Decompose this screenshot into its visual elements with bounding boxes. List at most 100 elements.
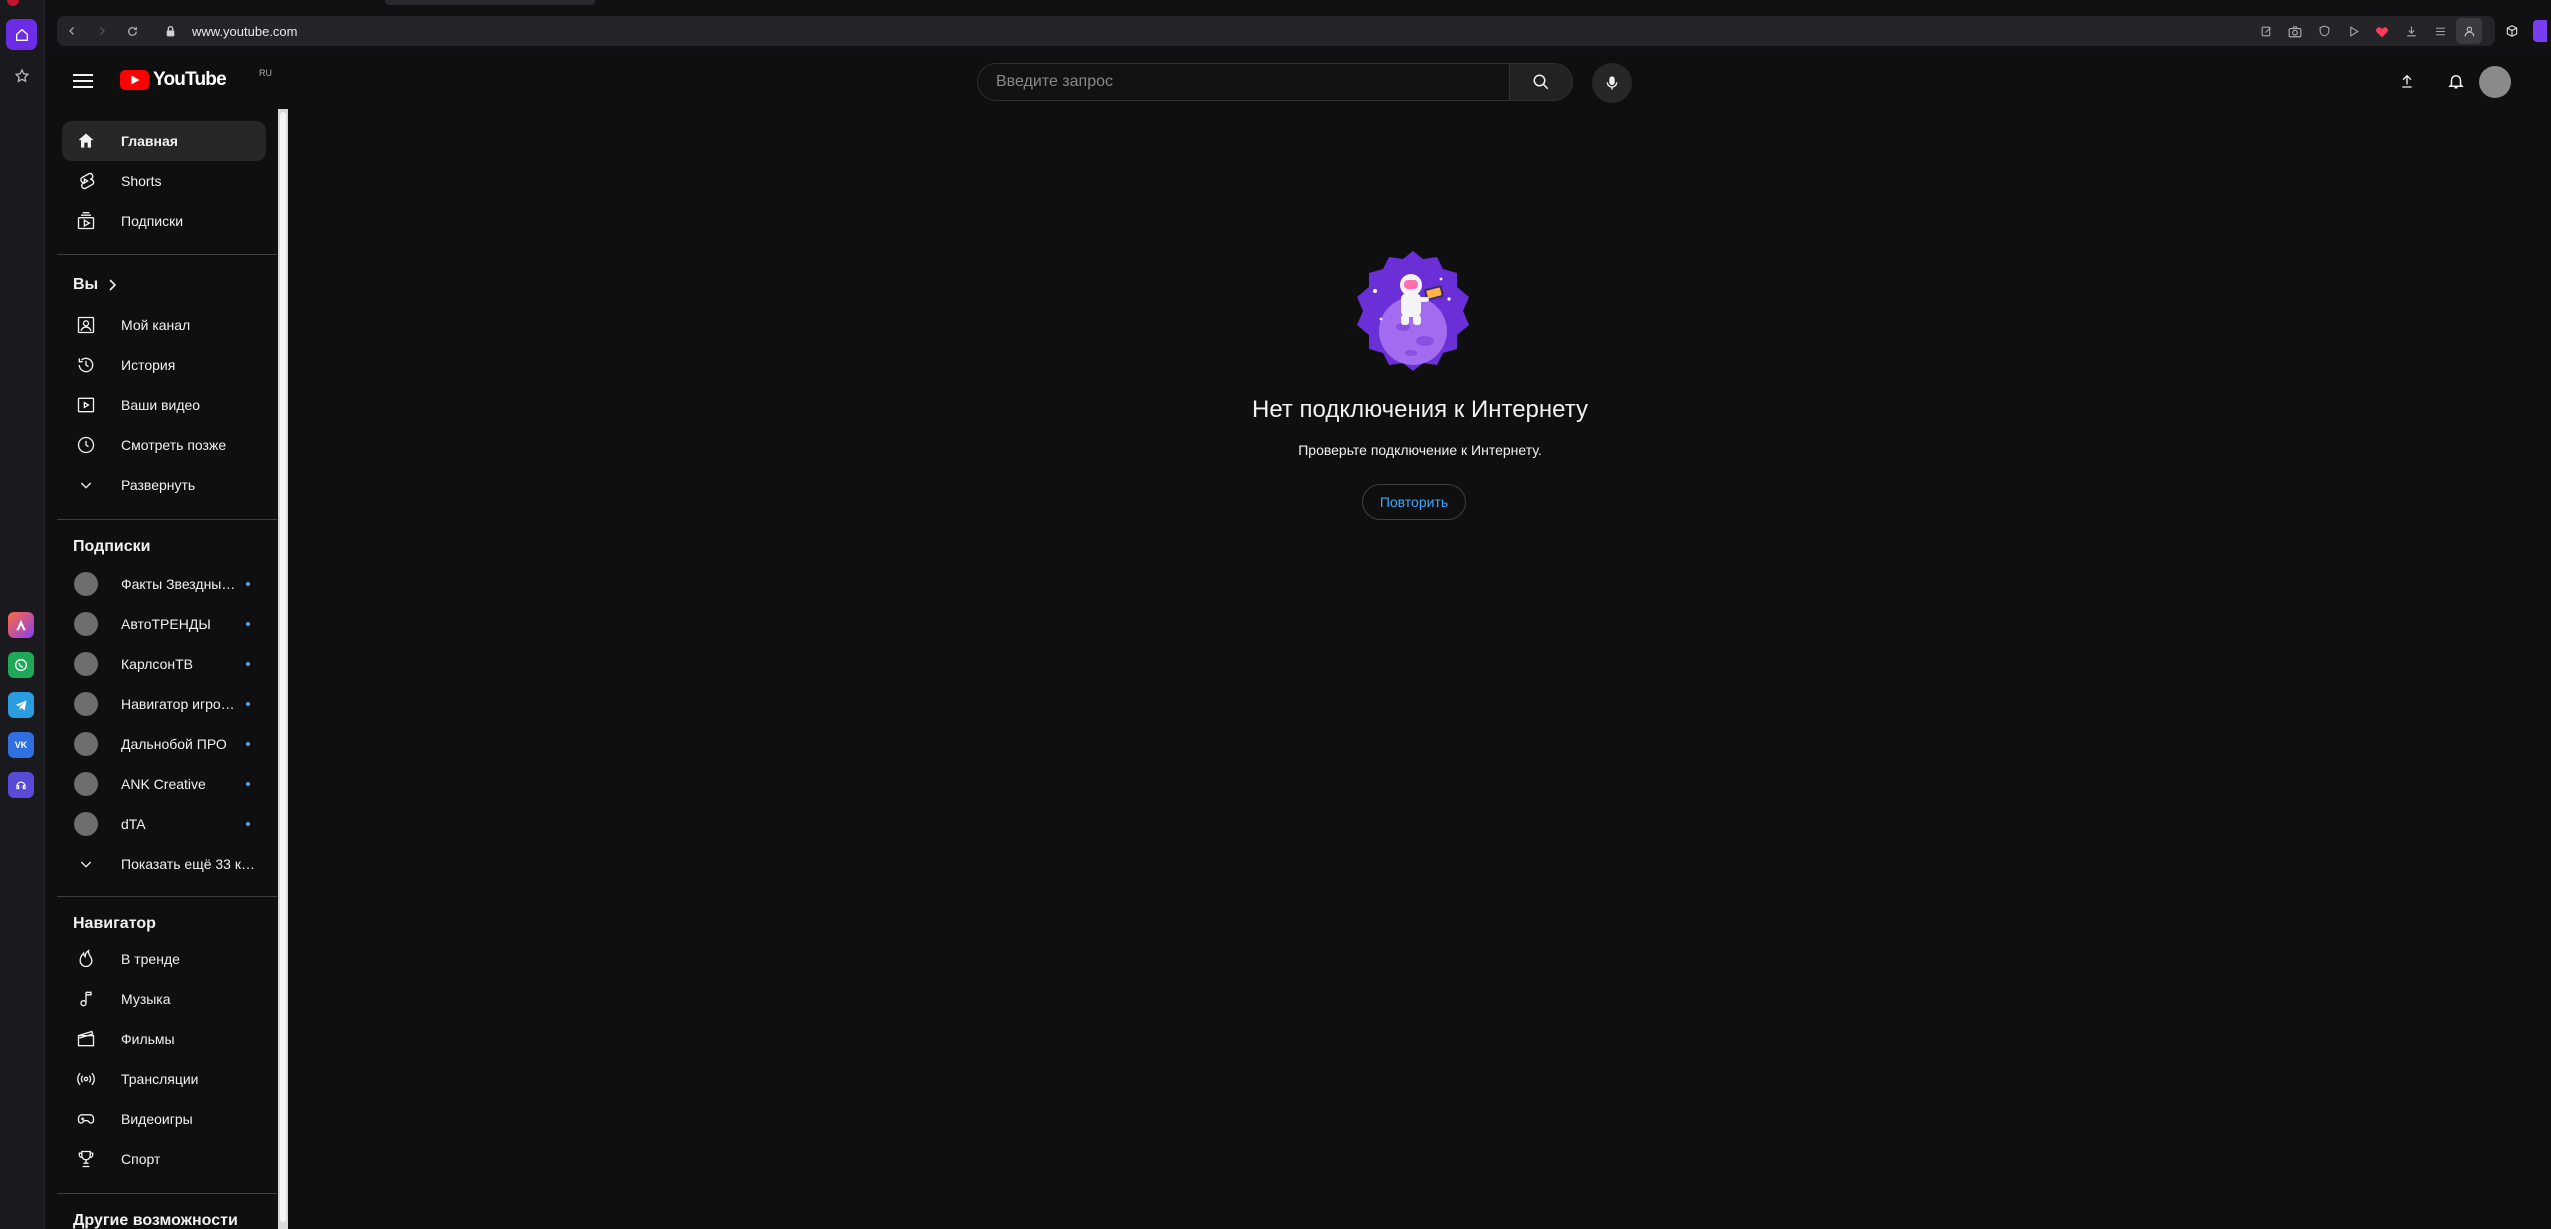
vk-icon[interactable]: VK [8, 732, 34, 758]
subscriptions-section-header: Подписки [73, 538, 150, 556]
upload-icon [2402, 74, 2412, 88]
tab-strip [45, 0, 2551, 9]
edit-icon[interactable] [2253, 18, 2279, 44]
subscription-channel[interactable]: Дальнобой ПРО [62, 724, 266, 764]
speed-dial-home-icon[interactable] [6, 19, 37, 50]
reload-icon[interactable] [119, 18, 145, 44]
sidebar-item-sport[interactable]: Спорт [62, 1139, 266, 1179]
sidebar-item-label: Подписки [121, 213, 184, 229]
sidebar-item-shorts[interactable]: Shorts [62, 161, 266, 201]
voice-search-button[interactable] [1592, 63, 1632, 103]
sidebar-toggle-icon[interactable] [2533, 20, 2547, 42]
channel-name: Навигатор игро… [121, 696, 235, 712]
channel-name: КарлсонТВ [121, 656, 193, 672]
logo-wordmark: YouTube [153, 69, 227, 90]
channel-name: АвтоТРЕНДЫ [121, 616, 211, 632]
show-more-subscriptions[interactable]: Показать ещё 33 к… [62, 844, 266, 884]
sidebar-item-subscriptions[interactable]: Подписки [62, 201, 266, 241]
sidebar-item-label: Музыка [121, 991, 171, 1007]
notifications-button[interactable] [2436, 61, 2476, 101]
divider [57, 1193, 277, 1194]
music-player-icon[interactable] [8, 772, 34, 798]
subscription-channel[interactable]: dTA [62, 804, 266, 844]
chevron-down-icon [74, 852, 98, 876]
upload-button[interactable] [2387, 61, 2427, 101]
offline-title: Нет подключения к Интернету [1252, 396, 1588, 423]
sidebar-item-label: Смотреть позже [121, 437, 227, 453]
sidebar-item-live[interactable]: Трансляции [62, 1059, 266, 1099]
telegram-icon[interactable] [8, 692, 34, 718]
scrollbar-thumb[interactable] [280, 112, 286, 1222]
profile-icon[interactable] [2456, 18, 2482, 44]
subscription-channel[interactable]: ANK Creative [62, 764, 266, 804]
subscription-channel[interactable]: КарлсонТВ [62, 644, 266, 684]
download-icon[interactable] [2398, 18, 2424, 44]
search-input[interactable] [994, 72, 1488, 92]
lock-icon[interactable] [157, 18, 183, 44]
channel-avatar [74, 612, 98, 636]
main-content: Нет подключения к Интернету Проверьте по… [289, 109, 2551, 1229]
url-text[interactable]: www.youtube.com [192, 24, 298, 39]
heart-icon[interactable] [2369, 18, 2395, 44]
sidebar-item-label: Трансляции [121, 1071, 199, 1087]
search-box[interactable] [977, 63, 1509, 101]
live-icon [74, 1067, 98, 1091]
sidebar-scrollbar[interactable] [278, 109, 288, 1229]
new-content-dot [246, 702, 250, 706]
sidebar-item-trending[interactable]: В тренде [62, 939, 266, 979]
back-icon[interactable] [59, 18, 85, 44]
offline-astronaut-illustration [1351, 249, 1475, 373]
sidebar-item-gaming[interactable]: Видеоигры [62, 1099, 266, 1139]
sidebar-item-history[interactable]: История [62, 345, 266, 385]
video-popout-icon[interactable] [2340, 18, 2366, 44]
more-section-header: Другие возможности [73, 1212, 238, 1229]
youtube-play-icon [120, 70, 149, 90]
sidebar-item-watch-later[interactable]: Смотреть позже [62, 425, 266, 465]
snapshot-icon[interactable] [2282, 18, 2308, 44]
youtube-logo[interactable]: YouTube [120, 69, 227, 91]
divider [57, 519, 277, 520]
sidebar-item-films[interactable]: Фильмы [62, 1019, 266, 1059]
chevron-down-icon [74, 473, 98, 497]
subscription-channel[interactable]: АвтоТРЕНДЫ [62, 604, 266, 644]
new-content-dot [246, 742, 250, 746]
whatsapp-icon[interactable] [8, 652, 34, 678]
easy-setup-icon[interactable] [2427, 18, 2453, 44]
adblock-shield-icon[interactable] [2311, 18, 2337, 44]
divider [57, 254, 277, 255]
aria-app-icon[interactable] [8, 612, 34, 638]
history-icon [74, 353, 98, 377]
sidebar-item-home[interactable]: Главная [62, 121, 266, 161]
sidebar-item-my-channel[interactable]: Мой канал [62, 305, 266, 345]
tab[interactable] [385, 0, 595, 5]
sport-icon [74, 1147, 98, 1171]
you-section-header[interactable]: Вы [73, 276, 117, 294]
retry-button[interactable]: Повторить [1362, 484, 1466, 520]
search-button[interactable] [1509, 63, 1573, 101]
guide-menu-icon[interactable] [63, 61, 103, 101]
sidebar-item-your-videos[interactable]: Ваши видео [62, 385, 266, 425]
subscription-channel[interactable]: Факты Звездны… [62, 564, 266, 604]
new-content-dot [246, 782, 250, 786]
sidebar-item-expand[interactable]: Развернуть [62, 465, 266, 505]
sidebar-item-label: Фильмы [121, 1031, 175, 1047]
address-bar[interactable]: www.youtube.com [57, 16, 2495, 46]
sidebar-item-music[interactable]: Музыка [62, 979, 266, 1019]
divider [57, 896, 277, 897]
browser-sidebar: VK [0, 0, 45, 1229]
sidebar-item-label: История [121, 357, 176, 373]
sidebar-item-label: Показать ещё 33 к… [121, 856, 255, 872]
extensions-cube-icon[interactable] [2499, 18, 2525, 44]
opera-logo-icon[interactable] [7, 0, 19, 6]
bookmarks-icon[interactable] [6, 60, 37, 91]
forward-icon[interactable] [89, 18, 115, 44]
channel-avatar [74, 772, 98, 796]
section-title: Навигатор [73, 915, 156, 932]
search-icon [1533, 74, 1549, 90]
sidebar-item-label: Главная [121, 133, 178, 149]
section-title: Вы [73, 276, 99, 293]
subscription-channel[interactable]: Навигатор игро… [62, 684, 266, 724]
sidebar-item-label: Спорт [121, 1151, 161, 1167]
microphone-icon [1606, 76, 1618, 90]
avatar[interactable] [2479, 66, 2511, 98]
